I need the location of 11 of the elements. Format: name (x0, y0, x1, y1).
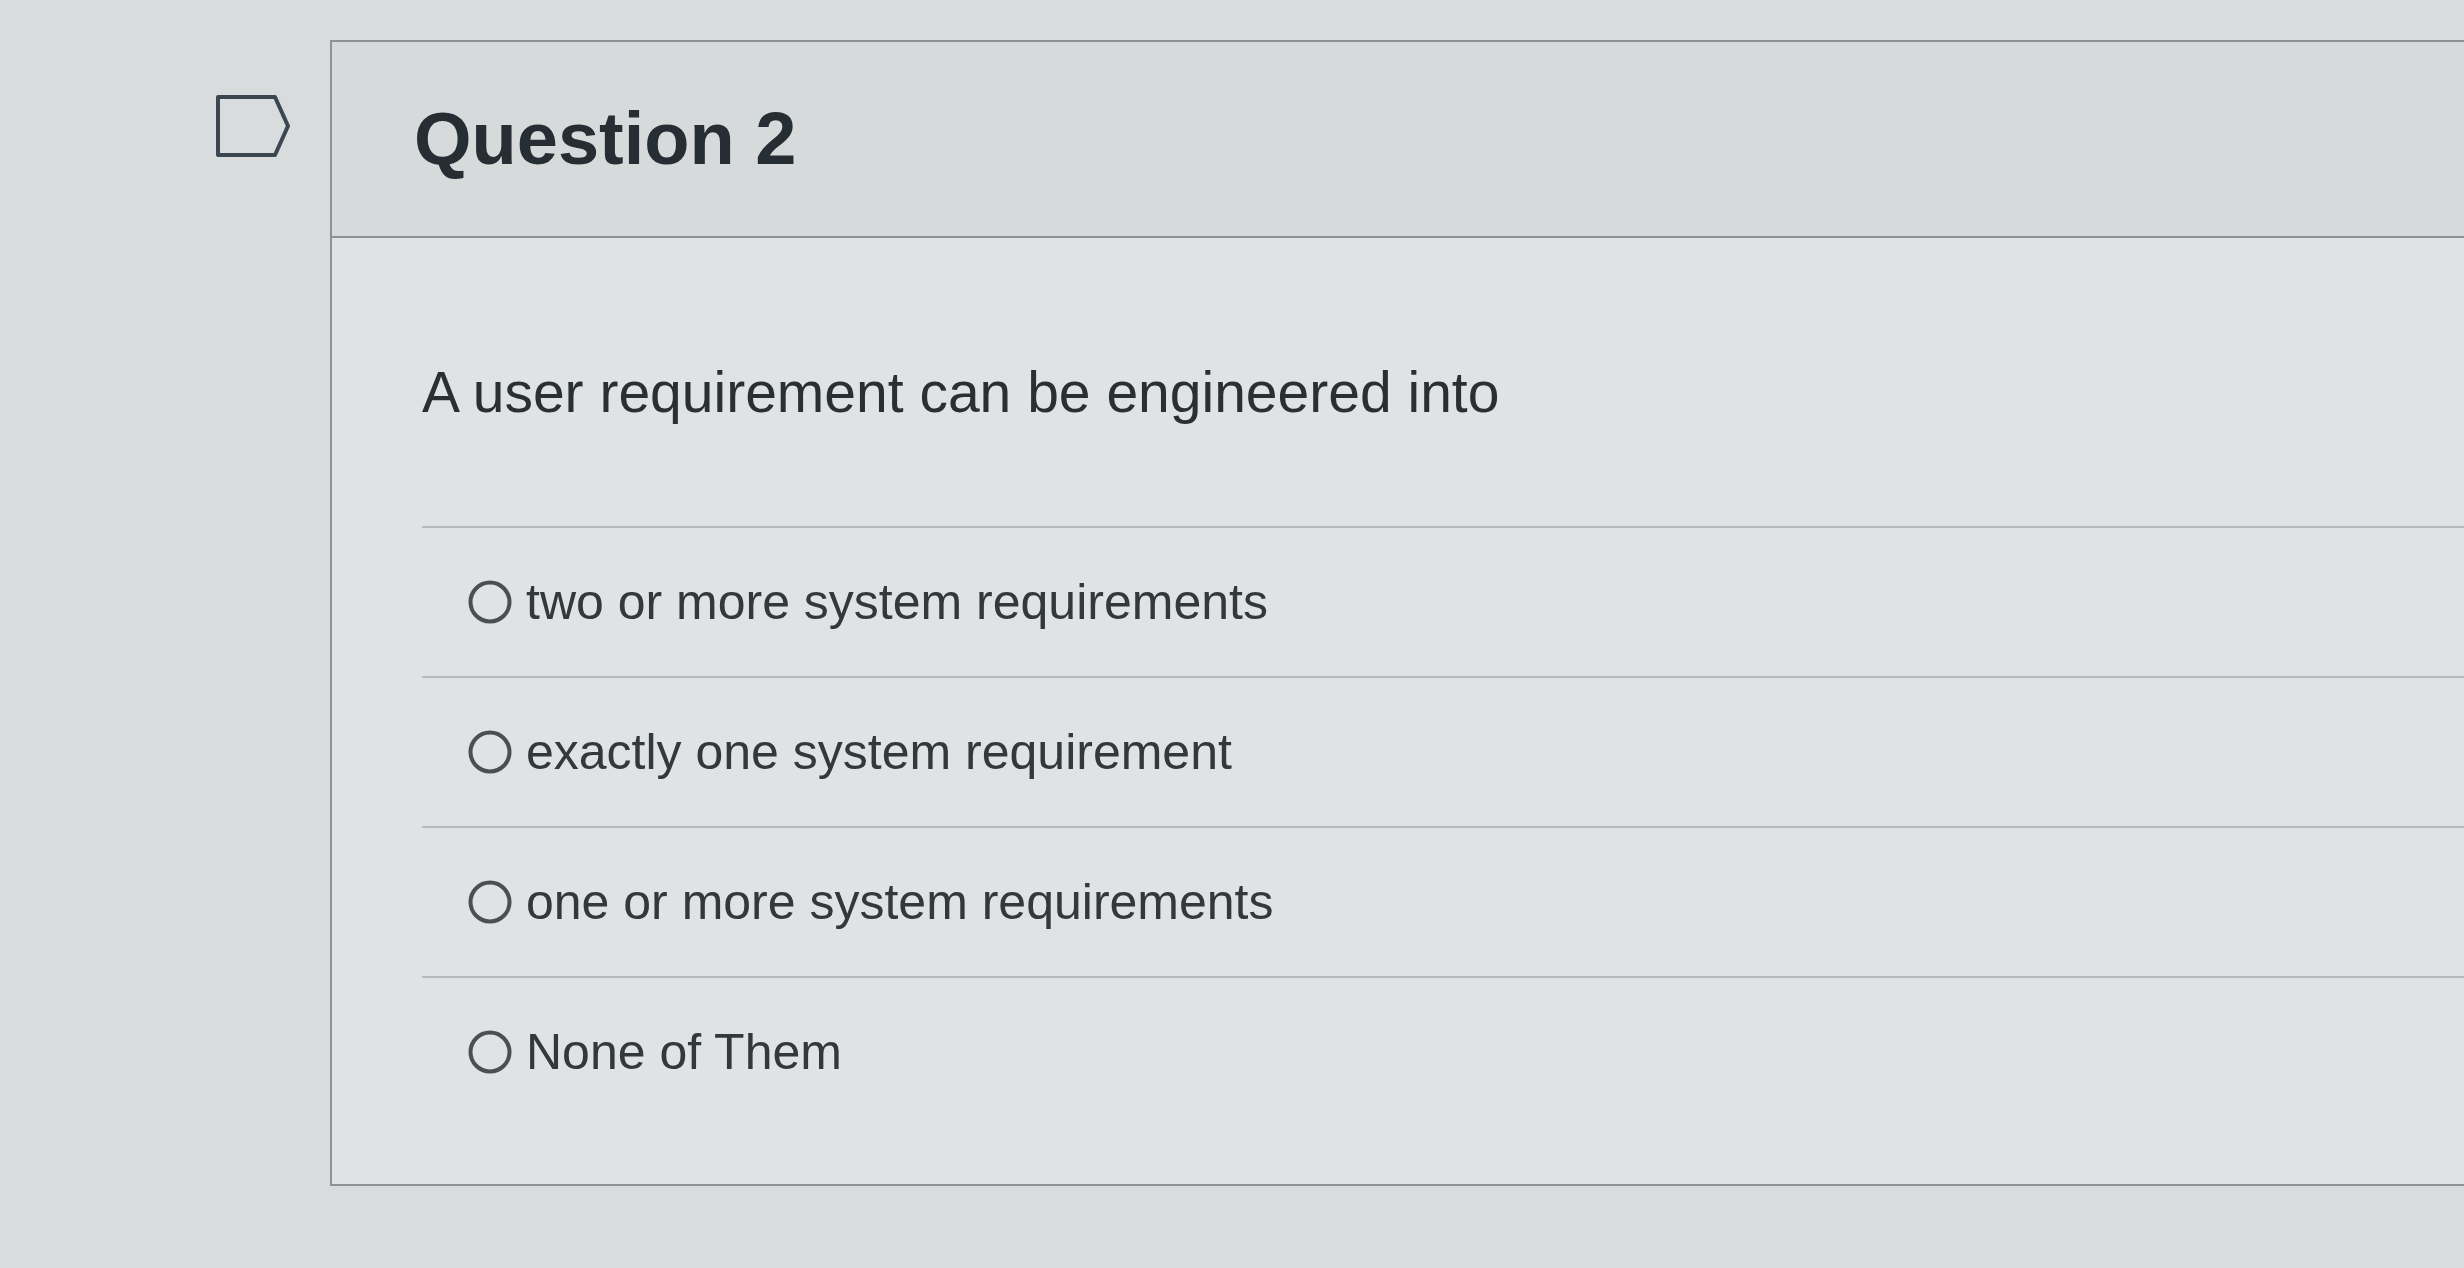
question-text: A user requirement can be engineered into (422, 359, 1501, 426)
radio-button[interactable] (468, 580, 512, 625)
question-title: Question 2 (414, 98, 797, 180)
answer-label[interactable]: exactly one system requirement (526, 722, 1232, 783)
answer-label[interactable]: two or more system requirements (526, 572, 1268, 633)
answer-label[interactable]: one or more system requirements (526, 872, 1274, 933)
radio-button[interactable] (468, 730, 512, 775)
radio-button[interactable] (468, 1030, 512, 1075)
radio-button[interactable] (468, 880, 512, 925)
answer-label[interactable]: None of Them (526, 1022, 842, 1083)
tag-outline-icon[interactable] (215, 94, 291, 158)
